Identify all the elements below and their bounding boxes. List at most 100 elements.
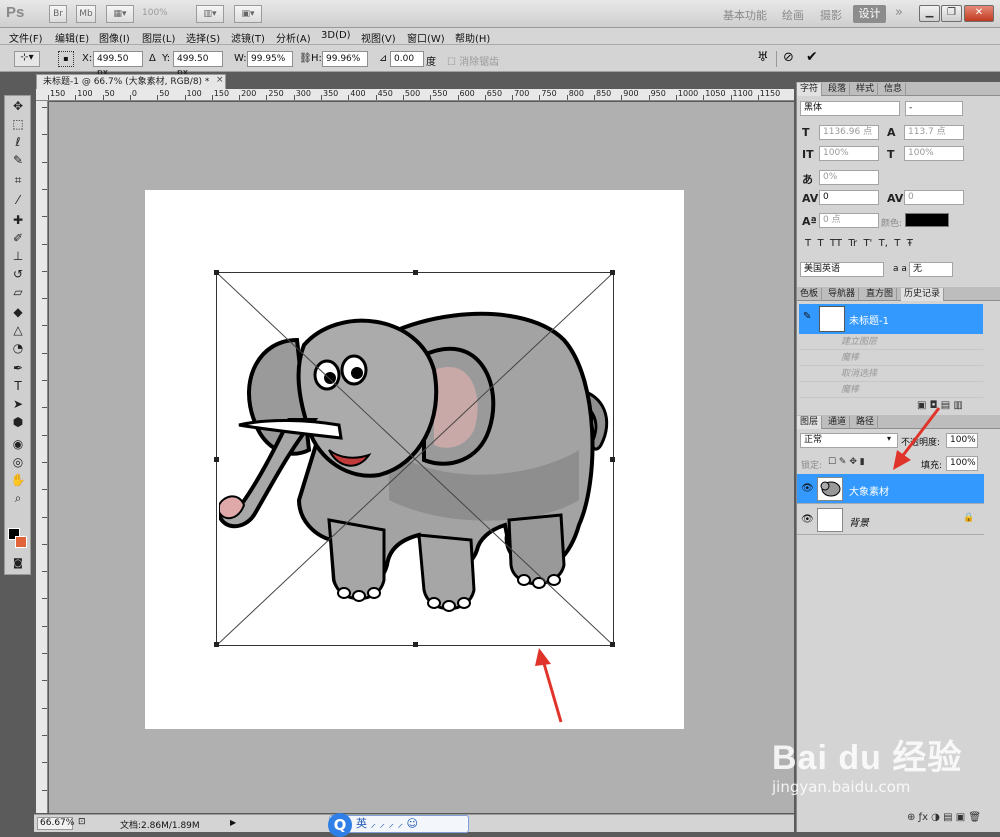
workspace-essentials[interactable]: 基本功能 <box>723 7 767 23</box>
history-brush-tool-icon[interactable]: ↺ <box>9 266 27 282</box>
opacity-field[interactable]: 100% <box>946 433 978 448</box>
zoom-level-readout[interactable]: 100% <box>142 8 168 18</box>
vertical-ruler[interactable] <box>36 101 48 813</box>
tab-paths[interactable]: 路径 <box>853 416 879 429</box>
history-item[interactable]: 建立图层 <box>799 335 983 350</box>
x-position-field[interactable]: 499.50 px <box>93 51 143 78</box>
tab-navigator[interactable]: 导航器 <box>825 288 860 301</box>
language-select[interactable]: 美国英语 <box>800 262 884 277</box>
fill-field[interactable]: 100% <box>946 456 978 471</box>
transform-handle-right[interactable] <box>610 457 615 462</box>
zoom-field[interactable]: 66.67% <box>37 817 74 830</box>
antialias-checkbox[interactable]: ☐ 消除锯齿 <box>447 53 499 68</box>
leading-field[interactable]: 113.7 点 <box>904 125 964 140</box>
bridge-button[interactable]: Br <box>49 5 67 23</box>
quick-select-tool-icon[interactable]: ✎ <box>9 152 27 168</box>
type-tool-icon[interactable]: T <box>9 378 27 394</box>
restore-button[interactable]: ❐ <box>941 5 962 22</box>
minimize-button[interactable]: ▁ <box>919 5 940 22</box>
background-color-swatch[interactable] <box>15 536 27 548</box>
font-style-select[interactable]: - <box>905 101 963 116</box>
antialias-select[interactable]: 无 <box>909 262 953 277</box>
blur-tool-icon[interactable]: △ <box>9 322 27 338</box>
tab-layers[interactable]: 图层 <box>797 416 823 429</box>
brush-tool-icon[interactable]: ✐ <box>9 230 27 246</box>
path-select-tool-icon[interactable]: ➤ <box>9 396 27 412</box>
transform-handle-left[interactable] <box>214 457 219 462</box>
minibridge-button[interactable]: Mb <box>76 5 96 23</box>
horizontal-scale-field[interactable]: 100% <box>904 146 964 161</box>
reference-point-icon[interactable]: ▪ <box>58 51 74 67</box>
crop-tool-icon[interactable]: ⌗ <box>9 172 27 188</box>
tab-character[interactable]: 字符 <box>797 83 823 96</box>
menu-view[interactable]: 视图(V) <box>361 30 396 45</box>
tab-paragraph[interactable]: 段落 <box>825 83 851 96</box>
eyedropper-tool-icon[interactable]: ⁄ <box>9 192 27 208</box>
kerning-field[interactable]: 0 <box>819 190 879 205</box>
layers-footer-icons[interactable]: ⊕ ƒx ◑ ▤ ▣ 🗑 <box>907 812 981 823</box>
shape-tool-icon[interactable]: ⬢ <box>9 414 27 430</box>
menu-3d[interactable]: 3D(D) <box>321 30 351 41</box>
commit-transform-icon[interactable]: ✔ <box>806 49 818 65</box>
transform-handle-bottom-right[interactable] <box>610 642 615 647</box>
tab-channels[interactable]: 通道 <box>825 416 851 429</box>
free-transform-box[interactable] <box>214 270 615 647</box>
height-scale-field[interactable]: 99.96% <box>322 51 368 67</box>
eraser-tool-icon[interactable]: ▱ <box>9 284 27 300</box>
lock-icons[interactable]: ☐ ✎ ✥ ▮ <box>828 457 865 467</box>
blend-mode-select[interactable]: 正常 <box>800 433 898 448</box>
workspace-design[interactable]: 设计 <box>853 5 886 23</box>
view-extras-button[interactable]: ▦▾ <box>106 5 134 23</box>
text-color-swatch[interactable] <box>905 213 949 227</box>
layer-row[interactable]: 👁 背景 🔒 <box>797 505 984 535</box>
status-info-icon[interactable]: ⊡ <box>78 817 86 827</box>
tab-swatches[interactable]: 色板 <box>797 288 823 301</box>
menu-layer[interactable]: 图层(L) <box>142 30 175 45</box>
rotation-angle-field[interactable]: 0.00 <box>390 51 424 67</box>
width-scale-field[interactable]: 99.95% <box>247 51 293 67</box>
menu-help[interactable]: 帮助(H) <box>455 30 490 45</box>
history-item[interactable]: 取消选择 <box>799 367 983 382</box>
visibility-eye-icon[interactable]: 👁 <box>801 483 814 494</box>
history-snapshot-row[interactable]: ✎ 未标题-1 <box>799 304 983 334</box>
canvas-area[interactable] <box>49 102 794 813</box>
cancel-transform-icon[interactable]: ⊘ <box>783 50 794 65</box>
lasso-tool-icon[interactable]: ℓ <box>9 134 27 150</box>
screen-mode-button[interactable]: ▣▾ <box>234 5 262 23</box>
marquee-tool-icon[interactable]: ⬚ <box>9 116 27 132</box>
tracking-field[interactable]: 0 <box>904 190 964 205</box>
workspace-photography[interactable]: 摄影 <box>820 7 842 23</box>
history-item[interactable]: 魔棒 <box>799 351 983 366</box>
clone-stamp-tool-icon[interactable]: ⊥ <box>9 248 27 264</box>
transform-handle-top-left[interactable] <box>214 270 219 275</box>
transform-handle-bottom-left[interactable] <box>214 642 219 647</box>
document-tab[interactable]: 未标题-1 @ 66.7% (大象素材, RGB/8) * <box>36 74 226 89</box>
arrange-docs-button[interactable]: ▥▾ <box>196 5 224 23</box>
menu-file[interactable]: 文件(F) <box>9 30 43 45</box>
3d-orbit-tool-icon[interactable]: ◎ <box>9 454 27 470</box>
tab-info[interactable]: 信息 <box>881 83 907 96</box>
menu-window[interactable]: 窗口(W) <box>407 30 445 45</box>
paint-bucket-tool-icon[interactable]: ◆ <box>9 304 27 320</box>
layer-name[interactable]: 背景 <box>849 514 869 529</box>
menu-select[interactable]: 选择(S) <box>186 30 220 45</box>
visibility-eye-icon[interactable]: 👁 <box>801 514 814 525</box>
ime-toolbar[interactable]: Q 英 ⸝ ⸝ ⸝ ⸝ ☺ <box>328 813 469 837</box>
tab-history[interactable]: 历史记录 <box>901 288 945 301</box>
dodge-tool-icon[interactable]: ◔ <box>9 340 27 356</box>
warp-mode-icon[interactable]: ♅ <box>757 50 769 65</box>
menu-edit[interactable]: 编辑(E) <box>55 30 89 45</box>
baseline-shift-field[interactable]: 0 点 <box>819 213 879 228</box>
healing-brush-tool-icon[interactable]: ✚ <box>9 212 27 228</box>
history-item[interactable]: 魔棒 <box>799 383 983 398</box>
menu-filter[interactable]: 滤镜(T) <box>231 30 265 45</box>
font-family-select[interactable]: 黑体 <box>800 101 900 116</box>
close-window-button[interactable]: ✕ <box>964 5 994 22</box>
layer-name[interactable]: 大象素材 <box>849 483 889 498</box>
layer-row[interactable]: 👁 大象素材 <box>797 474 984 504</box>
transform-handle-top-right[interactable] <box>610 270 615 275</box>
zoom-tool-icon[interactable]: ⌕ <box>9 490 27 506</box>
hand-tool-icon[interactable]: ✋ <box>9 472 27 488</box>
y-position-field[interactable]: 499.50 px <box>173 51 223 78</box>
vertical-scale-field[interactable]: 100% <box>819 146 879 161</box>
